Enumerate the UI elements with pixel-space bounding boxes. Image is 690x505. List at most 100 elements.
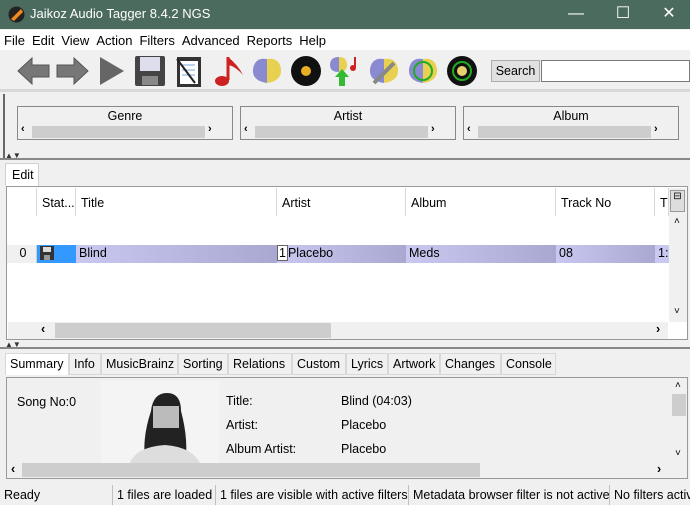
status-cell[interactable]: [37, 245, 76, 263]
minimize-button[interactable]: —: [553, 0, 599, 29]
vertical-scrollbar[interactable]: ˄ ˅: [671, 378, 688, 462]
play-icon[interactable]: [93, 53, 129, 89]
status-ready: Ready: [4, 488, 41, 502]
save-icon[interactable]: [132, 53, 168, 89]
toolbar: Search: [0, 50, 690, 92]
menu-help[interactable]: Help: [295, 30, 329, 48]
menu-bar: File Edit View Action Filters Advanced Reports…: [0, 30, 690, 50]
album-filter[interactable]: Album ‹ ›: [463, 106, 679, 140]
artist-cell[interactable]: 1 Placebo: [277, 245, 406, 263]
song-number: Song No:0: [17, 395, 77, 409]
scroll-down-icon[interactable]: ˅: [674, 306, 680, 317]
tab-artwork[interactable]: Artwork: [388, 353, 440, 375]
collapse-arrows-icon[interactable]: ▲▼: [5, 151, 21, 160]
album-artist-label: Album Artist:: [226, 442, 297, 456]
artist-filter-label: Artist: [333, 109, 363, 123]
search-button[interactable]: Search: [491, 60, 540, 82]
scroll-thumb[interactable]: [22, 463, 480, 477]
brain-upload-icon[interactable]: [327, 53, 363, 89]
title-value: Blind (04:03): [341, 394, 412, 408]
album-scrollbar[interactable]: [478, 126, 651, 138]
close-button[interactable]: ✕: [646, 0, 690, 29]
scroll-right-icon[interactable]: ›: [657, 462, 661, 476]
column-header-album[interactable]: Album: [406, 188, 556, 216]
status-bar: Ready 1 files are loaded 1 files are vis…: [0, 485, 690, 505]
menu-filters[interactable]: Filters: [135, 30, 177, 48]
menu-view[interactable]: View: [57, 30, 92, 48]
scroll-right-icon[interactable]: ›: [656, 322, 660, 336]
horizontal-scrollbar[interactable]: ‹ ›: [7, 462, 671, 478]
scroll-left-icon[interactable]: ‹: [21, 123, 25, 135]
album-cell[interactable]: Meds: [406, 245, 556, 263]
vertical-scrollbar[interactable]: ⊟ ˄ ˅: [669, 188, 687, 322]
track-no-cell[interactable]: 08: [556, 245, 655, 263]
tab-lyrics[interactable]: Lyrics: [346, 353, 388, 375]
forward-arrow-icon[interactable]: [54, 53, 90, 89]
column-header-track-no[interactable]: Track No: [556, 188, 655, 216]
status-browser-filter: Metadata browser filter is not active: [408, 485, 609, 505]
menu-action[interactable]: Action: [92, 30, 135, 48]
scroll-right-icon[interactable]: ›: [431, 123, 435, 135]
vinyl-sync-icon[interactable]: [444, 53, 480, 89]
brain-sync-icon[interactable]: [405, 53, 441, 89]
cell-editor-caret[interactable]: 1: [277, 245, 288, 261]
search-input[interactable]: [541, 60, 690, 82]
scroll-left-icon[interactable]: ‹: [41, 322, 45, 336]
tab-custom[interactable]: Custom: [292, 353, 346, 375]
artist-scrollbar[interactable]: [255, 126, 428, 138]
scroll-thumb[interactable]: [672, 394, 686, 416]
scroll-down-icon[interactable]: ˅: [675, 448, 681, 459]
tab-changes[interactable]: Changes: [440, 353, 501, 375]
table-row[interactable]: 0 Blind 1 Placebo Meds 08 1:: [7, 216, 669, 263]
scroll-left-icon[interactable]: ‹: [244, 123, 248, 135]
window-title: Jaikoz Audio Tagger 8.4.2 NGS: [30, 6, 211, 21]
splitter[interactable]: [0, 347, 690, 349]
tab-edit[interactable]: Edit: [5, 163, 39, 186]
column-header-artist[interactable]: Artist: [277, 188, 406, 216]
menu-edit[interactable]: Edit: [28, 30, 57, 48]
genre-filter-label: Genre: [107, 109, 143, 123]
scroll-left-icon[interactable]: ‹: [467, 123, 471, 135]
music-note-icon[interactable]: [210, 53, 246, 89]
tab-console[interactable]: Console: [501, 353, 556, 375]
maximize-button[interactable]: ☐: [600, 0, 646, 29]
back-arrow-icon[interactable]: [16, 53, 52, 89]
scroll-left-icon[interactable]: ‹: [11, 462, 15, 476]
scroll-up-icon[interactable]: ˄: [675, 380, 681, 391]
brain-icon[interactable]: [249, 53, 285, 89]
horizontal-scrollbar[interactable]: ‹ ›: [8, 322, 668, 339]
scroll-right-icon[interactable]: ›: [208, 123, 212, 135]
tab-musicbrainz[interactable]: MusicBrainz: [101, 353, 178, 375]
app-logo-icon: [8, 6, 25, 23]
column-header-status[interactable]: Stat...: [37, 188, 76, 216]
collapse-arrows-icon[interactable]: ▲▼: [5, 340, 21, 349]
column-chooser-icon[interactable]: ⊟: [670, 190, 685, 212]
brain-wrench-icon[interactable]: [366, 53, 402, 89]
clipboard-icon[interactable]: [171, 53, 207, 89]
summary-panel: Song No:0 Title: Blind (04:03) Artist: P…: [6, 377, 688, 479]
save-icon: [40, 246, 54, 260]
splitter[interactable]: [0, 158, 690, 160]
tab-info[interactable]: Info: [69, 353, 101, 375]
column-header-t[interactable]: T: [655, 188, 669, 216]
title-cell[interactable]: Blind: [76, 245, 277, 263]
tab-summary[interactable]: Summary: [5, 353, 69, 375]
menu-reports[interactable]: Reports: [243, 30, 296, 48]
metadata-browser: Genre ‹ › Artist ‹ › Album ‹ ›: [3, 94, 690, 158]
status-files-visible: 1 files are visible with active filters: [215, 485, 408, 505]
vinyl-record-icon[interactable]: [288, 53, 324, 89]
genre-filter[interactable]: Genre ‹ ›: [17, 106, 233, 140]
scroll-thumb[interactable]: [55, 323, 331, 338]
artist-filter[interactable]: Artist ‹ ›: [240, 106, 456, 140]
menu-file[interactable]: File: [0, 30, 28, 48]
genre-scrollbar[interactable]: [32, 126, 205, 138]
tab-relations[interactable]: Relations: [228, 353, 292, 375]
menu-advanced[interactable]: Advanced: [178, 30, 243, 48]
tab-sorting[interactable]: Sorting: [178, 353, 228, 375]
column-header-title[interactable]: Title: [76, 188, 277, 216]
t-cell[interactable]: 1:: [655, 245, 669, 263]
scroll-right-icon[interactable]: ›: [654, 123, 658, 135]
scroll-up-icon[interactable]: ˄: [674, 216, 680, 227]
album-artwork: [101, 381, 219, 465]
title-bar: Jaikoz Audio Tagger 8.4.2 NGS — ☐ ✕: [0, 0, 690, 29]
